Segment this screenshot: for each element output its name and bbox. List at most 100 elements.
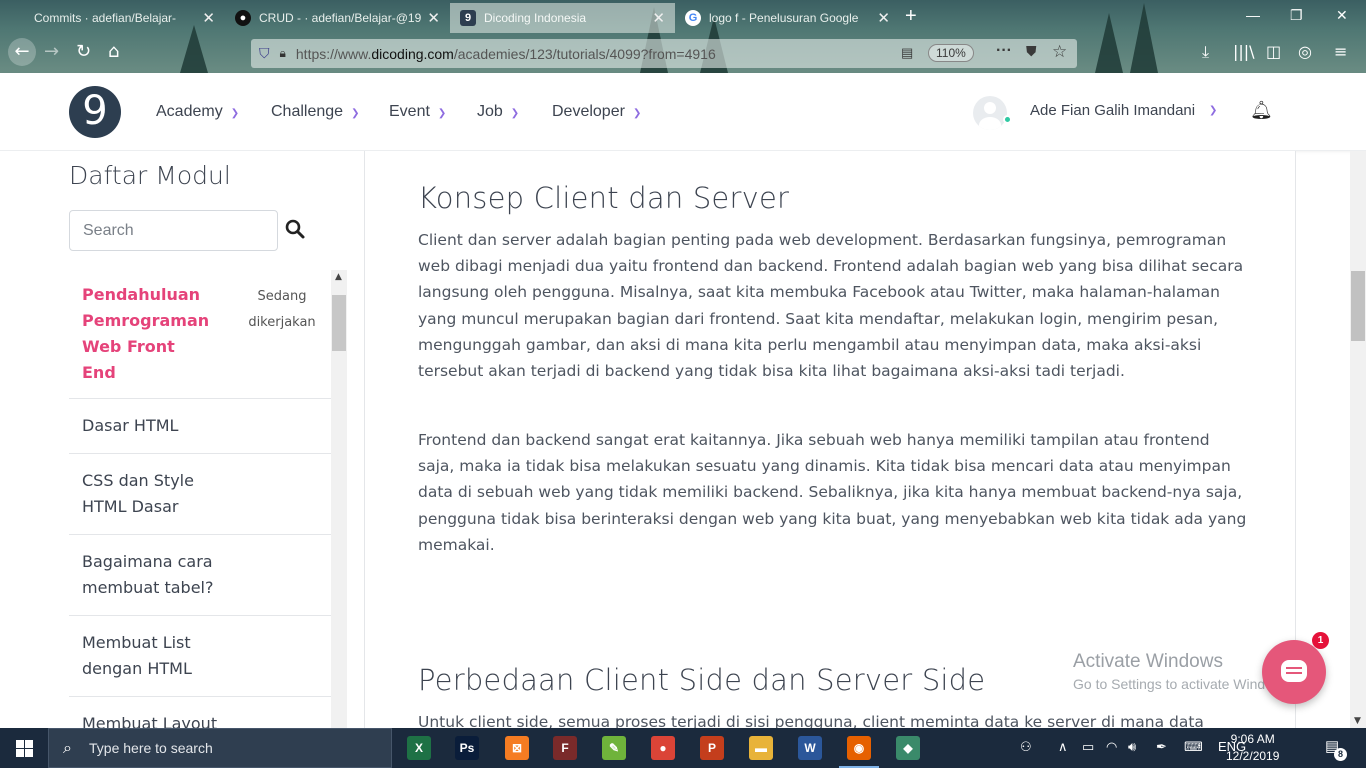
close-icon[interactable]: ✕ (202, 9, 215, 27)
windows-start-icon[interactable] (0, 728, 48, 768)
minimize-icon[interactable]: — (1246, 7, 1260, 23)
user-name[interactable]: Ade Fian Galih Imandani (1030, 102, 1195, 119)
bookmark-star-icon[interactable]: ☆ (1052, 42, 1067, 62)
chevron-down-icon: ❯ (351, 108, 360, 119)
menu-label: Event (389, 103, 430, 120)
search-input[interactable] (69, 210, 278, 251)
shield-icon[interactable]: ⛉ (259, 45, 270, 62)
tray-chevron-icon[interactable]: ∧ (1058, 739, 1068, 755)
url-text[interactable]: https://www.dicoding.com/academies/123/t… (296, 46, 716, 62)
sidebar-toggle-icon[interactable]: ◫ (1266, 42, 1281, 61)
online-status-dot (1003, 115, 1012, 124)
close-window-icon[interactable]: ✕ (1336, 7, 1348, 24)
taskbar-search[interactable]: ⌕ Type here to search (48, 728, 392, 768)
chevron-down-icon[interactable]: ❯ (1209, 105, 1217, 116)
menu-event[interactable]: Event ❯ (389, 103, 446, 121)
close-icon[interactable]: ✕ (877, 9, 890, 27)
photoshop-icon[interactable]: Ps (455, 736, 479, 760)
dicoding-logo[interactable]: 9 (69, 86, 121, 138)
list-item[interactable]: Dasar HTML (69, 399, 331, 454)
dicoding-icon: 9 (460, 10, 476, 26)
tab-crud[interactable]: ● CRUD - · adefian/Belajar-@19f ✕ (225, 3, 450, 33)
chrome-icon[interactable]: ● (651, 736, 675, 760)
list-item[interactable]: Bagaimana cara membuat tabel? (69, 535, 331, 616)
tab-title: Commits · adefian/Belajar- (34, 11, 177, 25)
system-clock[interactable]: 9:06 AM 12/2/2019 (1226, 731, 1279, 765)
menu-academy[interactable]: Academy ❯ (156, 103, 239, 121)
scrollbar-thumb[interactable] (332, 295, 346, 351)
people-icon[interactable]: ⚇ (1020, 739, 1032, 755)
activate-windows-subtitle: Go to Settings to activate Windows. (1073, 676, 1294, 692)
page-actions-icon[interactable]: ··· (996, 42, 1012, 60)
tab-commits[interactable]: Commits · adefian/Belajar- ✕ (0, 3, 225, 33)
pocket-icon[interactable]: ⛊ (1026, 43, 1037, 60)
module-label: Pendahuluan Pemrograman Web Front End (82, 285, 210, 382)
tab-title: Dicoding Indonesia (484, 11, 587, 25)
scrollbar-thumb[interactable] (1351, 271, 1365, 341)
avatar[interactable] (973, 96, 1007, 130)
list-item[interactable]: Membuat Layout dengan tag (69, 697, 331, 728)
clock-time: 9:06 AM (1230, 732, 1275, 746)
notepad-plus-icon[interactable]: ✎ (602, 736, 626, 760)
chat-icon (1281, 660, 1307, 682)
search-icon[interactable] (284, 218, 306, 240)
account-icon[interactable]: ◎ (1298, 42, 1312, 61)
reader-view-icon[interactable]: ▤ (901, 45, 913, 61)
close-icon[interactable]: ✕ (427, 9, 440, 27)
xampp-icon[interactable]: ⊠ (505, 736, 529, 760)
paragraph: Client dan server adalah bagian penting … (418, 231, 1244, 381)
tutorial-content: Konsep Client dan Server Client dan serv… (364, 151, 1296, 728)
battery-icon[interactable]: ▭ (1082, 739, 1094, 755)
home-icon[interactable]: ⌂ (108, 41, 119, 62)
tab-bar: Commits · adefian/Belajar- ✕ ● CRUD - · … (0, 0, 1366, 34)
tab-dicoding[interactable]: 9 Dicoding Indonesia ✕ (450, 3, 675, 33)
google-icon: G (685, 10, 701, 26)
module-label: Dasar HTML (82, 416, 179, 435)
menu-label: Academy (156, 103, 223, 120)
module-label: CSS dan Style HTML Dasar (82, 471, 194, 516)
screen: { "browser": { "tabs": [ {"title": "Comm… (0, 0, 1366, 768)
forward-arrow-icon[interactable]: → (44, 41, 59, 62)
url-domain: dicoding.com (371, 45, 454, 62)
url-prefix: https://www. (295, 45, 372, 62)
scroll-down-icon[interactable]: ▼ (1354, 716, 1361, 726)
browser-chrome: Commits · adefian/Belajar- ✕ ● CRUD - · … (0, 0, 1366, 73)
volume-icon[interactable]: 🔊︎ (1128, 739, 1136, 755)
file-explorer-icon[interactable]: ▬ (749, 736, 773, 760)
list-item[interactable]: Pendahuluan Pemrograman Web Front End Se… (69, 270, 331, 399)
network-icon[interactable]: ◠ (1106, 739, 1117, 755)
powerpoint-icon[interactable]: P (700, 736, 724, 760)
zoom-level[interactable]: 110% (928, 44, 974, 62)
menu-developer[interactable]: Developer ❯ (552, 103, 641, 121)
close-icon[interactable]: ✕ (652, 9, 665, 27)
back-arrow-icon[interactable]: ← (8, 38, 36, 66)
sidebar-scrollbar[interactable]: ▲ (331, 270, 347, 728)
restore-icon[interactable]: ❐ (1290, 7, 1303, 24)
page-scrollbar[interactable]: ▼ (1350, 151, 1366, 728)
library-icon[interactable]: |||\ (1233, 42, 1255, 61)
list-item[interactable]: Membuat List dengan HTML (69, 616, 331, 697)
menu-job[interactable]: Job ❯ (477, 103, 519, 121)
word-icon[interactable]: W (798, 736, 822, 760)
url-bar[interactable]: ⛉ 🔒︎ https://www.dicoding.com/academies/… (251, 39, 1077, 68)
bell-icon[interactable]: 🔔︎ (1250, 100, 1273, 121)
reload-icon[interactable]: ↻ (76, 41, 91, 62)
chat-badge: 1 (1312, 632, 1329, 649)
excel-icon[interactable]: X (407, 736, 431, 760)
menu-challenge[interactable]: Challenge ❯ (271, 103, 359, 121)
flash-icon[interactable]: F (553, 736, 577, 760)
list-item[interactable]: CSS dan Style HTML Dasar (69, 454, 331, 535)
firefox-icon[interactable]: ◉ (839, 736, 879, 768)
menu-icon[interactable]: ≡ (1334, 42, 1347, 61)
site-header: 9 Academy ❯ Challenge ❯ Event ❯ Job ❯ Develo… (0, 73, 1366, 151)
paragraph: Untuk client side, semua proses terjadi … (418, 713, 1204, 728)
keyboard-icon[interactable]: ⌨ (1184, 739, 1203, 755)
scroll-up-icon[interactable]: ▲ (335, 272, 342, 282)
pen-icon[interactable]: ✒ (1156, 739, 1167, 755)
chat-button[interactable] (1262, 640, 1326, 704)
tab-google[interactable]: G logo f - Penelusuran Google ✕ (675, 3, 900, 33)
download-icon[interactable]: ⤓ (1202, 42, 1209, 62)
git-icon[interactable]: ◆ (896, 736, 920, 760)
new-tab-button[interactable]: + (905, 5, 917, 28)
lock-icon[interactable]: 🔒︎ (280, 46, 286, 61)
